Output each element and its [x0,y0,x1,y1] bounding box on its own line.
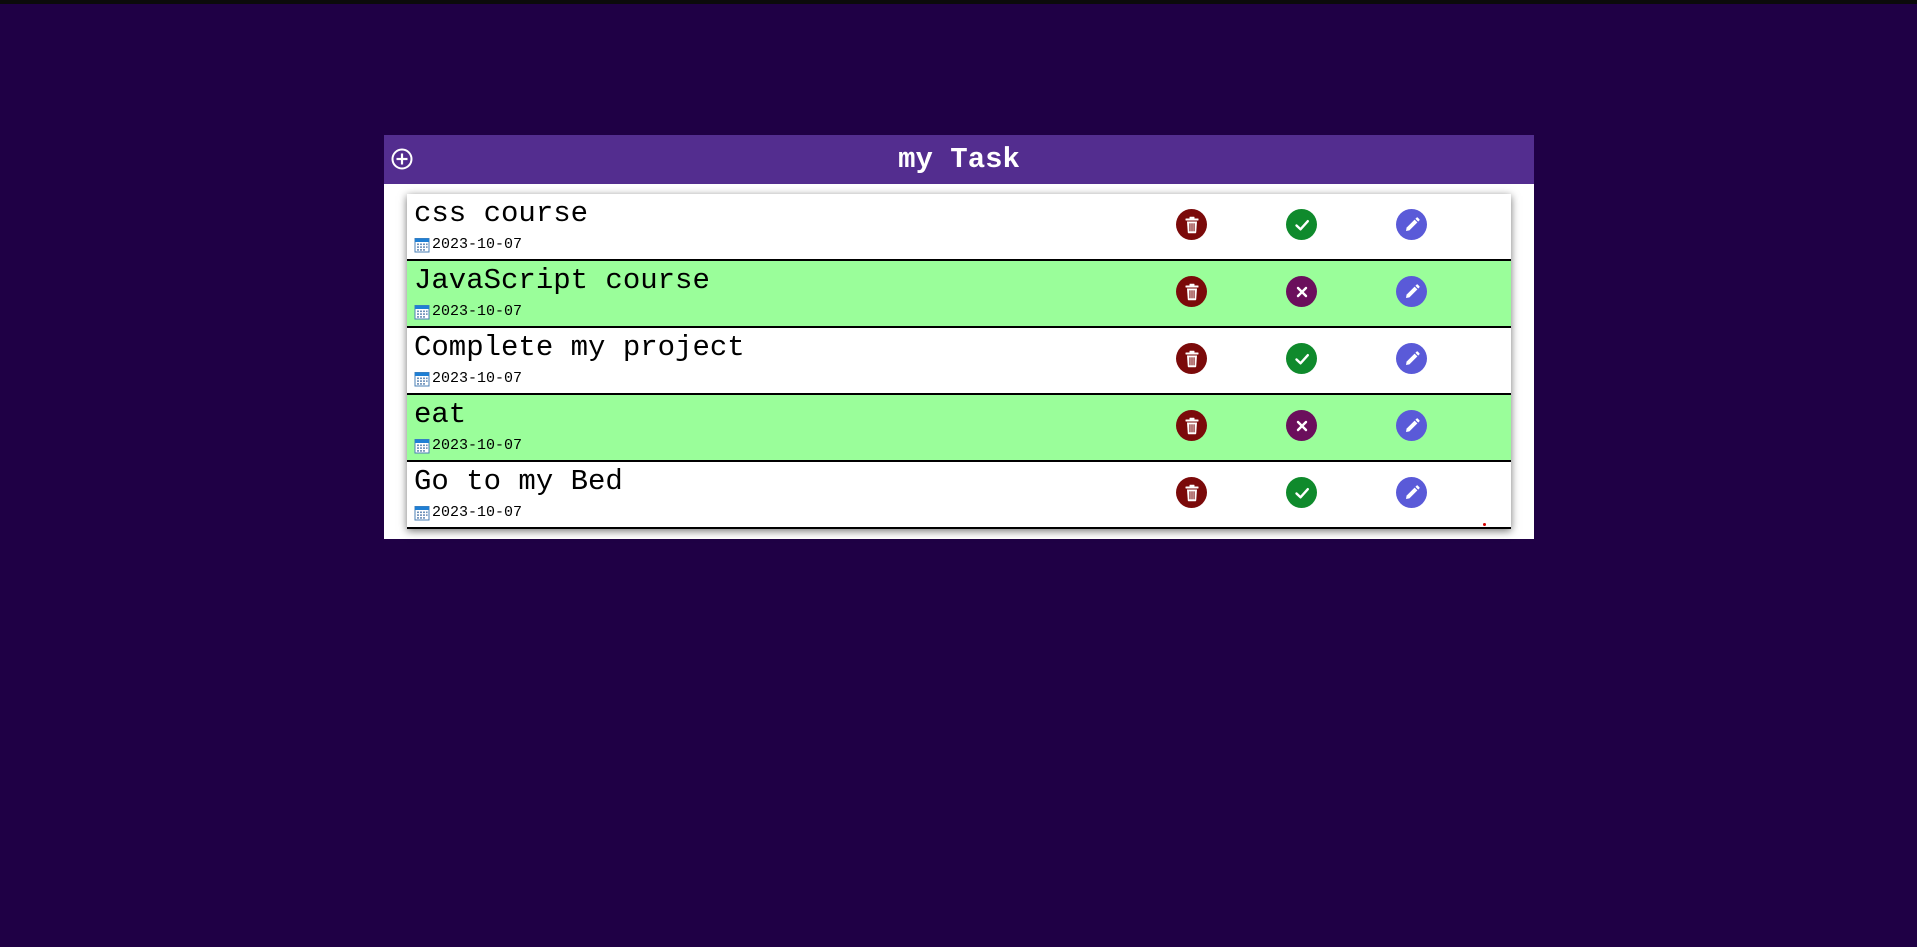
task-title: Complete my project [414,331,745,364]
pencil-icon [1405,350,1420,365]
edit-task-button[interactable] [1396,276,1427,307]
trash-icon [1185,350,1198,367]
check-icon [1294,487,1309,499]
task-date: 2023-10-07 [414,303,522,320]
delete-task-button[interactable] [1176,343,1207,374]
toggle-complete-button[interactable] [1286,209,1317,240]
pencil-icon [1405,283,1420,298]
check-icon [1294,219,1309,231]
edit-task-button[interactable] [1396,477,1427,508]
pencil-icon [1405,417,1420,432]
toggle-complete-button[interactable] [1286,276,1317,307]
app-header: my Task [384,135,1534,184]
task-row: Complete my project 2023-10-07 [407,328,1511,395]
edit-task-button[interactable] [1396,209,1427,240]
toggle-complete-button[interactable] [1286,410,1317,441]
task-date-text: 2023-10-07 [432,303,523,320]
check-icon [1294,353,1309,365]
task-date: 2023-10-07 [414,504,522,521]
task-title: css course [414,197,589,230]
calendar-icon [414,505,430,521]
delete-task-button[interactable] [1176,410,1207,441]
task-title: eat [414,398,467,431]
stray-dot [1483,523,1486,526]
x-icon [1296,286,1307,297]
calendar-icon [414,304,430,320]
toggle-complete-button[interactable] [1286,343,1317,374]
delete-task-button[interactable] [1176,209,1207,240]
pencil-icon [1405,484,1420,499]
add-task-button[interactable] [391,148,413,170]
task-row: JavaScript course 2023-10-07 [407,261,1511,328]
task-date-text: 2023-10-07 [432,236,523,253]
task-list: css course 2023-10-07 JavaScript course … [407,194,1511,529]
page-title: my Task [898,143,1020,176]
toggle-complete-button[interactable] [1286,477,1317,508]
pencil-icon [1405,216,1420,231]
edit-task-button[interactable] [1396,343,1427,374]
plus-circle-icon [391,148,413,170]
task-row: eat 2023-10-07 [407,395,1511,462]
browser-top-edge [0,0,1917,4]
calendar-icon [414,371,430,387]
task-title: Go to my Bed [414,465,623,498]
task-title: JavaScript course [414,264,710,297]
delete-task-button[interactable] [1176,276,1207,307]
calendar-icon [414,438,430,454]
task-date-text: 2023-10-07 [432,437,523,454]
task-date-text: 2023-10-07 [432,370,523,387]
task-date: 2023-10-07 [414,370,522,387]
task-date: 2023-10-07 [414,236,522,253]
todo-app: my Task css course 2023-10-07 JavaScript… [384,135,1534,539]
trash-icon [1185,216,1198,233]
delete-task-button[interactable] [1176,477,1207,508]
task-row: Go to my Bed 2023-10-07 [407,462,1511,529]
x-icon [1296,420,1307,431]
edit-task-button[interactable] [1396,410,1427,441]
task-date-text: 2023-10-07 [432,504,523,521]
calendar-icon [414,237,430,253]
trash-icon [1185,484,1198,501]
task-row: css course 2023-10-07 [407,194,1511,261]
task-date: 2023-10-07 [414,437,522,454]
trash-icon [1185,417,1198,434]
trash-icon [1185,283,1198,300]
